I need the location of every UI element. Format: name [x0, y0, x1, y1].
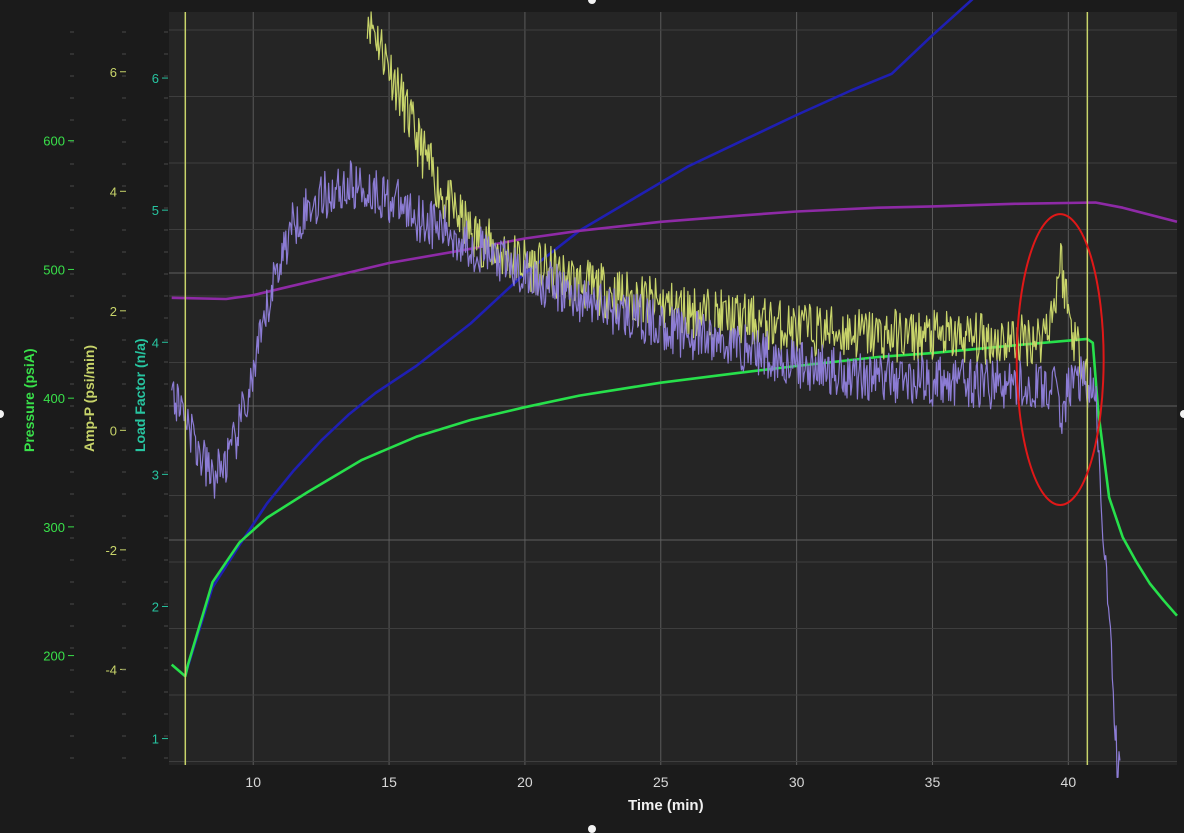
pressure-tick-label: 500 — [43, 262, 65, 277]
amp_p-tick-label: 2 — [110, 304, 117, 319]
load_factor-tick-label: 1 — [152, 732, 159, 747]
amp_p-tick-label: -2 — [105, 543, 117, 558]
chart-window: 10 15 20 25 30 35 40 200 300 400 500 600 -4 -2 0 2 4 6 1 2 3… — [0, 0, 1184, 833]
pressure-tick-label: 400 — [43, 391, 65, 406]
pressure-tick-label: 600 — [43, 134, 65, 149]
load-factor-axis-title: Load Factor (n/a) — [132, 338, 148, 452]
load_factor-tick-label: 6 — [152, 71, 159, 86]
load_factor-tick-label: 4 — [152, 335, 159, 350]
amp_p-tick-label: 6 — [110, 65, 117, 80]
x-tick-label: 10 — [245, 774, 261, 790]
amp_p-tick-label: 0 — [110, 423, 117, 438]
x-tick-label: 25 — [653, 774, 669, 790]
amp_p-tick-label: -4 — [105, 662, 117, 677]
time-axis-title: Time (min) — [628, 797, 704, 814]
x-tick-label: 40 — [1061, 774, 1077, 790]
load_factor-tick-label: 2 — [152, 599, 159, 614]
load_factor-tick-label: 3 — [152, 467, 159, 482]
x-tick-label: 30 — [789, 774, 805, 790]
x-tick-label: 15 — [381, 774, 397, 790]
pressure-tick-label: 300 — [43, 520, 65, 535]
amp_p-tick-label: 4 — [110, 184, 117, 199]
pressure-axis-title: Pressure (psiA) — [21, 348, 37, 452]
pressure-tick-label: 200 — [43, 649, 65, 664]
resize-handle-right[interactable] — [1180, 410, 1184, 418]
x-tick-label: 35 — [925, 774, 941, 790]
amp-p-axis-title: Amp-P (psi/min) — [81, 344, 97, 452]
load_factor-tick-label: 5 — [152, 203, 159, 218]
x-tick-label: 20 — [517, 774, 533, 790]
chart-svg: 10 15 20 25 30 35 40200300400500600-4-20246123… — [43, 0, 1178, 790]
resize-handle-bottom[interactable] — [588, 825, 596, 833]
